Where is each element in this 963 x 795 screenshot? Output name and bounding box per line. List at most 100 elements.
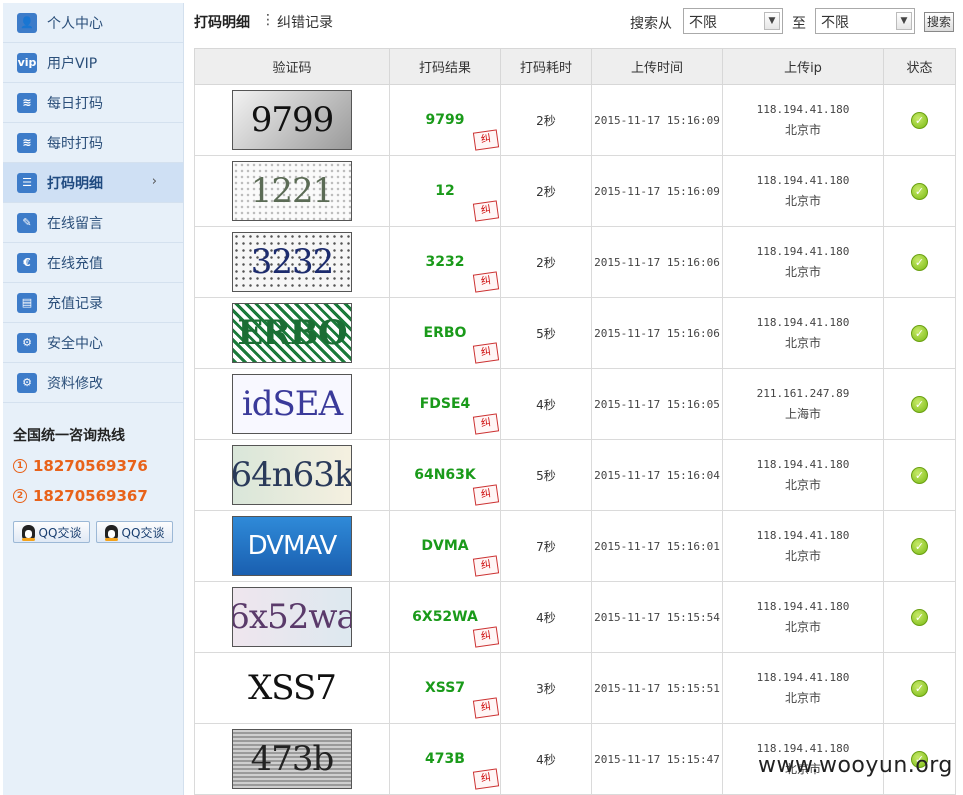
upload-ip: 118.194.41.180 — [756, 103, 850, 116]
result-cell: 12 纠 — [389, 155, 501, 227]
table-row: XSS7 XSS7 纠 3秒 2015-11-17 15:15:51 118.194.41… — [194, 652, 956, 724]
result-cell: 6X52WA 纠 — [389, 581, 501, 653]
status-cell: ✓ — [883, 155, 956, 227]
cost-cell: 4秒 — [500, 723, 592, 795]
correct-error-icon[interactable]: 纠 — [472, 129, 500, 151]
tab-correction-records[interactable]: 纠错记录 — [277, 12, 333, 32]
sidebar-item-2[interactable]: ≋ 每日打码 — [3, 83, 183, 123]
time-cell: 2015-11-17 15:15:51 — [591, 652, 723, 724]
time-cell: 2015-11-17 15:16:09 — [591, 155, 723, 227]
sidebar-item-1[interactable]: vip 用户VIP — [3, 43, 183, 83]
tab-captcha-detail[interactable]: 打码明细 — [194, 12, 250, 32]
col-upload-time: 上传时间 — [591, 48, 723, 85]
cost-cell: 2秒 — [500, 84, 592, 156]
captcha-cell: 473b — [194, 723, 390, 795]
sidebar-item-9[interactable]: ⚙ 资料修改 — [3, 363, 183, 403]
captcha-cost: 2秒 — [536, 184, 556, 199]
upload-ip: 118.194.41.180 — [756, 245, 850, 258]
captcha-result: 9799 — [425, 112, 465, 128]
watermark: www.wooyun.org — [758, 753, 953, 778]
cost-cell: 5秒 — [500, 439, 592, 511]
status-cell: ✓ — [883, 439, 956, 511]
sidebar-item-label: 安全中心 — [47, 335, 103, 352]
qq-chat-button-1[interactable]: QQ交谈 — [13, 521, 90, 543]
correct-error-icon[interactable]: 纠 — [472, 697, 500, 719]
sidebar-item-8[interactable]: ⚙ 安全中心 — [3, 323, 183, 363]
upload-ip: 118.194.41.180 — [756, 458, 850, 471]
captcha-image: 1221 — [232, 161, 352, 221]
chevron-down-icon[interactable]: ▼ — [764, 12, 780, 30]
cost-cell: 2秒 — [500, 226, 592, 298]
qq-chat-button-2[interactable]: QQ交谈 — [96, 521, 173, 543]
upload-city: 北京市 — [784, 336, 821, 350]
captcha-image: ERBO — [232, 303, 352, 363]
captcha-result: 3232 — [425, 254, 465, 270]
captcha-image: DVMAV — [232, 516, 352, 576]
captcha-cost: 4秒 — [536, 397, 556, 412]
sidebar-item-6[interactable]: € 在线充值 — [3, 243, 183, 283]
table-row: 9799 9799 纠 2秒 2015-11-17 15:16:09 118.194.41… — [194, 84, 956, 156]
upload-time: 2015-11-17 15:15:51 — [594, 682, 720, 695]
chevron-down-icon[interactable]: ▼ — [896, 12, 912, 30]
main-content: 打码明细 ⋮ 纠错记录 搜索从 不限 ▼ 至 不限 ▼ 搜索 验证码 打码结果 打码… — [194, 0, 963, 795]
phone-1: 1 18270569376 — [13, 457, 173, 475]
time-cell: 2015-11-17 15:16:06 — [591, 226, 723, 298]
chevron-right-icon: › — [151, 174, 157, 189]
gear-icon: ⚙ — [17, 372, 37, 393]
qq-penguin-icon — [104, 524, 118, 541]
hotline-title: 全国统一咨询热线 — [13, 428, 125, 444]
correct-error-icon[interactable]: 纠 — [472, 626, 500, 648]
correct-error-icon[interactable]: 纠 — [472, 342, 500, 364]
ip-cell: 211.161.247.89 上海市 — [722, 368, 884, 440]
check-icon: ✓ — [911, 395, 928, 413]
captcha-cell: 6x52wa — [194, 581, 390, 653]
sidebar-item-7[interactable]: ▤ 充值记录 — [3, 283, 183, 323]
sidebar-item-4[interactable]: ☰ 打码明细 › — [3, 163, 183, 203]
sidebar-item-5[interactable]: ✎ 在线留言 — [3, 203, 183, 243]
upload-time: 2015-11-17 15:16:01 — [594, 540, 720, 553]
check-icon: ✓ — [911, 324, 928, 342]
captcha-result: DVMA — [421, 538, 469, 554]
table-row: 6x52wa 6X52WA 纠 4秒 2015-11-17 15:15:54 118.19… — [194, 581, 956, 653]
to-date-select[interactable]: 不限 ▼ — [815, 8, 915, 34]
vip-icon: vip — [17, 52, 37, 73]
upload-time: 2015-11-17 15:16:06 — [594, 256, 720, 269]
rss-icon: ≋ — [17, 132, 37, 153]
sidebar-item-0[interactable]: 👤 个人中心 — [3, 3, 183, 43]
check-icon: ✓ — [911, 466, 928, 484]
captcha-cost: 3秒 — [536, 681, 556, 696]
col-cost: 打码耗时 — [500, 48, 592, 85]
ip-cell: 118.194.41.180 北京市 — [722, 652, 884, 724]
captcha-result: ERBO — [423, 325, 467, 341]
sidebar-item-3[interactable]: ≋ 每时打码 — [3, 123, 183, 163]
table-row: 3232 3232 纠 2秒 2015-11-17 15:16:06 118.194.41… — [194, 226, 956, 298]
tab-separator: ⋮ — [261, 12, 275, 28]
time-cell: 2015-11-17 15:16:05 — [591, 368, 723, 440]
check-icon: ✓ — [911, 182, 928, 200]
ip-cell: 118.194.41.180 北京市 — [722, 155, 884, 227]
from-date-select[interactable]: 不限 ▼ — [683, 8, 783, 34]
correct-error-icon[interactable]: 纠 — [472, 555, 500, 577]
toolbar: 打码明细 ⋮ 纠错记录 搜索从 不限 ▼ 至 不限 ▼ 搜索 — [194, 8, 954, 38]
correct-error-icon[interactable]: 纠 — [472, 200, 500, 222]
correct-error-icon[interactable]: 纠 — [472, 484, 500, 506]
upload-time: 2015-11-17 15:16:06 — [594, 327, 720, 340]
search-button[interactable]: 搜索 — [924, 12, 954, 32]
captcha-result: 64N63K — [414, 467, 476, 483]
captcha-cost: 4秒 — [536, 752, 556, 767]
upload-city: 上海市 — [784, 407, 821, 421]
qq-chat-label: QQ交谈 — [121, 525, 165, 540]
correct-error-icon[interactable]: 纠 — [472, 271, 500, 293]
phone-2: 2 18270569367 — [13, 487, 173, 505]
time-cell: 2015-11-17 15:16:01 — [591, 510, 723, 582]
status-cell: ✓ — [883, 297, 956, 369]
time-cell: 2015-11-17 15:16:04 — [591, 439, 723, 511]
cost-cell: 3秒 — [500, 652, 592, 724]
phone-2-number: 18270569367 — [33, 487, 148, 505]
correct-error-icon[interactable]: 纠 — [472, 768, 500, 790]
correct-error-icon[interactable]: 纠 — [472, 413, 500, 435]
cost-cell: 4秒 — [500, 368, 592, 440]
euro-icon: € — [17, 252, 37, 273]
upload-ip: 118.194.41.180 — [756, 600, 850, 613]
user-icon: 👤 — [17, 12, 37, 33]
